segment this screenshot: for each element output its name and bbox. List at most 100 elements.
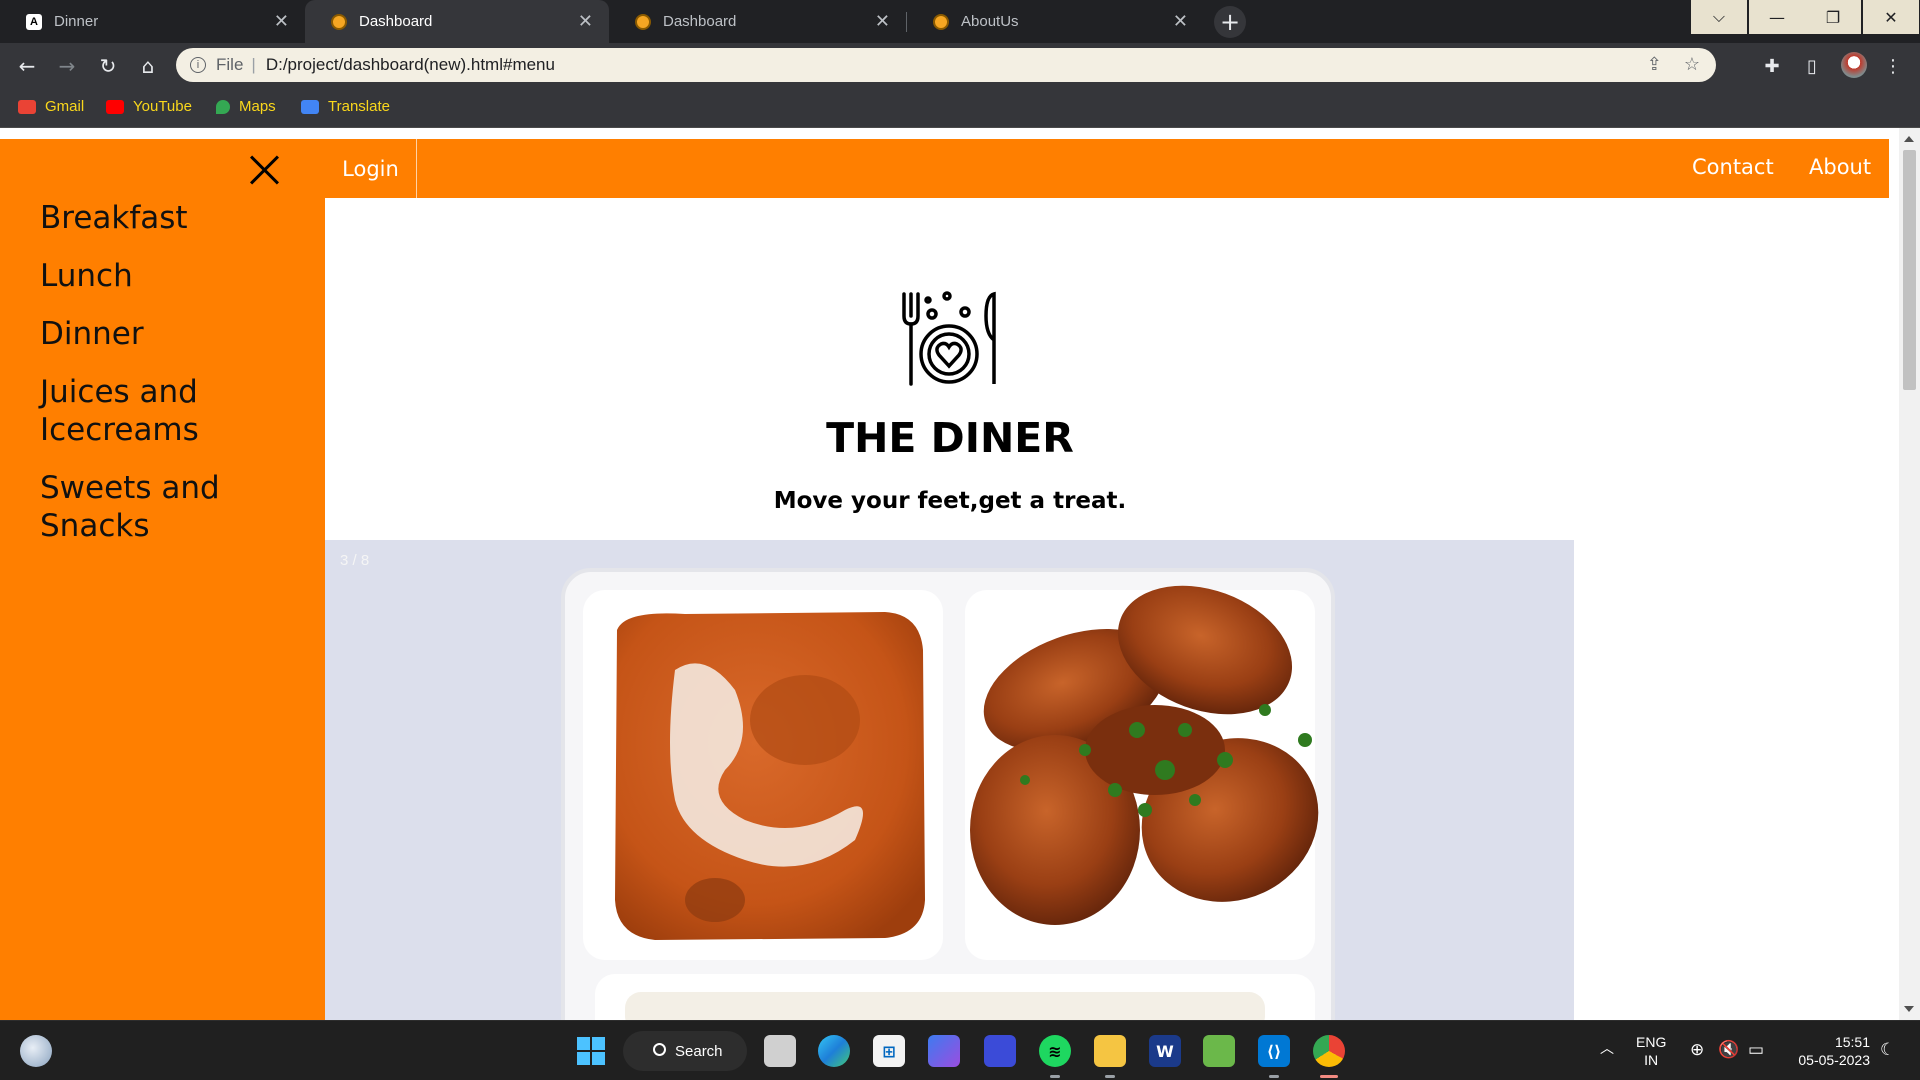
close-tab-icon[interactable]: ✕ xyxy=(274,11,289,32)
clock-date: 05-05-2023 xyxy=(1798,1052,1870,1068)
more-menu-icon[interactable]: ⋮ xyxy=(1880,53,1906,79)
close-window-icon[interactable]: ✕ xyxy=(1863,0,1919,34)
network-globe-icon[interactable]: ⊕ xyxy=(1690,1041,1704,1059)
menu-item-sweets-and-snacks[interactable]: Sweets and Snacks xyxy=(40,469,310,545)
login-link[interactable]: Login xyxy=(325,139,417,198)
youtube-icon xyxy=(106,99,124,114)
profile-avatar[interactable] xyxy=(1841,52,1867,78)
weather-widget-icon[interactable] xyxy=(20,1035,52,1067)
bookmark-youtube[interactable]: YouTube xyxy=(106,98,192,115)
slide-counter: 3 / 8 xyxy=(340,552,370,569)
minimize-icon[interactable]: — xyxy=(1749,0,1805,34)
bookmark-label: Translate xyxy=(328,98,390,115)
show-hidden-icons-chevron-icon[interactable]: ︿ xyxy=(1600,1039,1614,1057)
restore-icon[interactable]: ❐ xyxy=(1805,0,1861,34)
tab-title: Dinner xyxy=(54,13,99,30)
running-indicator xyxy=(1050,1075,1060,1078)
running-indicator xyxy=(1105,1075,1115,1078)
bookmark-translate[interactable]: Translate xyxy=(301,98,390,115)
code-editor-icon[interactable] xyxy=(984,1035,1016,1067)
side-panel-icon[interactable]: ▯ xyxy=(1799,53,1825,79)
volume-muted-icon[interactable]: 🔇 xyxy=(1718,1041,1739,1059)
vscode-icon[interactable]: ⟨⟩ xyxy=(1258,1035,1290,1067)
side-menu: Breakfast Lunch Dinner Juices and Icecre… xyxy=(0,139,325,1020)
menu-item-lunch[interactable]: Lunch xyxy=(40,257,310,295)
bookmark-label: YouTube xyxy=(133,98,192,115)
bookmark-gmail[interactable]: Gmail xyxy=(18,98,84,115)
browser-tab-dashboard[interactable]: Dashboard ✕ xyxy=(305,0,609,43)
browser-tab-aboutus[interactable]: AboutUs ✕ xyxy=(907,0,1204,43)
home-icon[interactable]: ⌂ xyxy=(135,53,161,79)
language-code: ENG xyxy=(1636,1034,1667,1050)
search-icon xyxy=(653,1043,666,1056)
spotify-icon[interactable]: ≋ xyxy=(1039,1035,1071,1067)
battery-icon[interactable]: ▭ xyxy=(1748,1041,1764,1059)
food-plate-illustration xyxy=(325,540,1574,1020)
bookmark-label: Gmail xyxy=(45,98,85,115)
browser-toolbar: ← → ↻ ⌂ i File | D:/project/dashboard(ne… xyxy=(0,43,1920,88)
diner-icon xyxy=(933,13,949,30)
edge-browser-icon[interactable] xyxy=(818,1035,850,1067)
close-tab-icon[interactable]: ✕ xyxy=(875,11,890,32)
gmail-icon xyxy=(18,99,36,114)
translate-icon xyxy=(301,99,319,114)
notification-moon-icon[interactable]: ☾ xyxy=(1880,1041,1895,1059)
task-view-icon[interactable] xyxy=(764,1035,796,1067)
angular-icon: A xyxy=(26,13,42,30)
photos-app-icon[interactable] xyxy=(928,1035,960,1067)
close-tab-icon[interactable]: ✕ xyxy=(578,11,593,32)
bookmark-star-icon[interactable]: ☆ xyxy=(1684,54,1700,75)
windows-start-icon[interactable] xyxy=(575,1035,607,1067)
bookmark-label: Maps xyxy=(239,98,276,115)
bookmark-maps[interactable]: Maps xyxy=(216,98,276,115)
active-indicator xyxy=(1320,1075,1338,1078)
file-explorer-icon[interactable] xyxy=(1094,1035,1126,1067)
site-info-icon[interactable]: i xyxy=(190,57,206,73)
menu-item-juices-and-icecreams[interactable]: Juices and Icecreams xyxy=(40,373,310,449)
diner-icon xyxy=(635,13,651,30)
about-link[interactable]: About xyxy=(1809,155,1871,179)
contact-link[interactable]: Contact xyxy=(1692,155,1774,179)
chrome-icon[interactable] xyxy=(1313,1035,1345,1067)
windows-taskbar: Search ⊞ ≋ W ⟨⟩ ︿ ENG IN ⊕ 🔇 ▭ 15:51 05-… xyxy=(0,1020,1920,1080)
close-menu-icon[interactable] xyxy=(248,153,282,187)
top-navbar: Login Contact About xyxy=(325,139,1889,198)
site-tagline: Move your feet,get a treat. xyxy=(773,488,1127,514)
slideshow-image[interactable]: 3 / 8 xyxy=(325,540,1574,1020)
scroll-up-arrow-icon[interactable] xyxy=(1904,136,1914,142)
back-arrow-icon[interactable]: ← xyxy=(14,53,40,79)
search-label: Search xyxy=(675,1042,723,1060)
menu-item-breakfast[interactable]: Breakfast xyxy=(40,199,310,237)
reload-icon[interactable]: ↻ xyxy=(95,53,121,79)
microsoft-store-icon[interactable]: ⊞ xyxy=(873,1035,905,1067)
scrollbar-thumb[interactable] xyxy=(1903,150,1916,390)
address-divider: | xyxy=(251,55,256,74)
tab-search-chevron-icon[interactable]: ⌵ xyxy=(1691,0,1747,34)
browser-tab-dashboard-2[interactable]: Dashboard ✕ xyxy=(609,0,906,43)
taskbar-search[interactable]: Search xyxy=(623,1031,747,1071)
region-code: IN xyxy=(1644,1052,1659,1068)
tab-title: Dashboard xyxy=(359,13,433,30)
page-scrollbar[interactable] xyxy=(1899,128,1920,1020)
page-viewport: Breakfast Lunch Dinner Juices and Icecre… xyxy=(0,128,1920,1020)
address-bar[interactable]: i File | D:/project/dashboard(new).html#… xyxy=(176,48,1716,82)
new-tab-button[interactable]: + xyxy=(1214,6,1246,38)
scroll-down-arrow-icon[interactable] xyxy=(1904,1006,1914,1012)
extensions-puzzle-icon[interactable]: ✚ xyxy=(1759,53,1785,79)
omnibox-actions: ⇪ ☆ xyxy=(1647,54,1700,75)
close-tab-icon[interactable]: ✕ xyxy=(1173,11,1188,32)
word-processor-icon[interactable]: W xyxy=(1149,1035,1181,1067)
url-text[interactable]: D:/project/dashboard(new).html#menu xyxy=(266,55,555,75)
bookmarks-bar: Gmail YouTube Maps Translate xyxy=(0,88,1920,128)
image-editor-icon[interactable] xyxy=(1203,1035,1235,1067)
menu-item-dinner[interactable]: Dinner xyxy=(40,315,310,353)
running-indicator xyxy=(1269,1075,1279,1078)
share-icon[interactable]: ⇪ xyxy=(1647,54,1662,75)
clock[interactable]: 15:51 05-05-2023 xyxy=(1788,1033,1870,1069)
forward-arrow-icon[interactable]: → xyxy=(54,53,80,79)
scheme-label: File xyxy=(216,55,244,74)
language-indicator[interactable]: ENG IN xyxy=(1636,1033,1666,1069)
browser-tab-dinner[interactable]: A Dinner ✕ xyxy=(0,0,305,43)
plate-cutlery-logo-icon xyxy=(902,291,996,386)
clock-time: 15:51 xyxy=(1834,1034,1870,1050)
